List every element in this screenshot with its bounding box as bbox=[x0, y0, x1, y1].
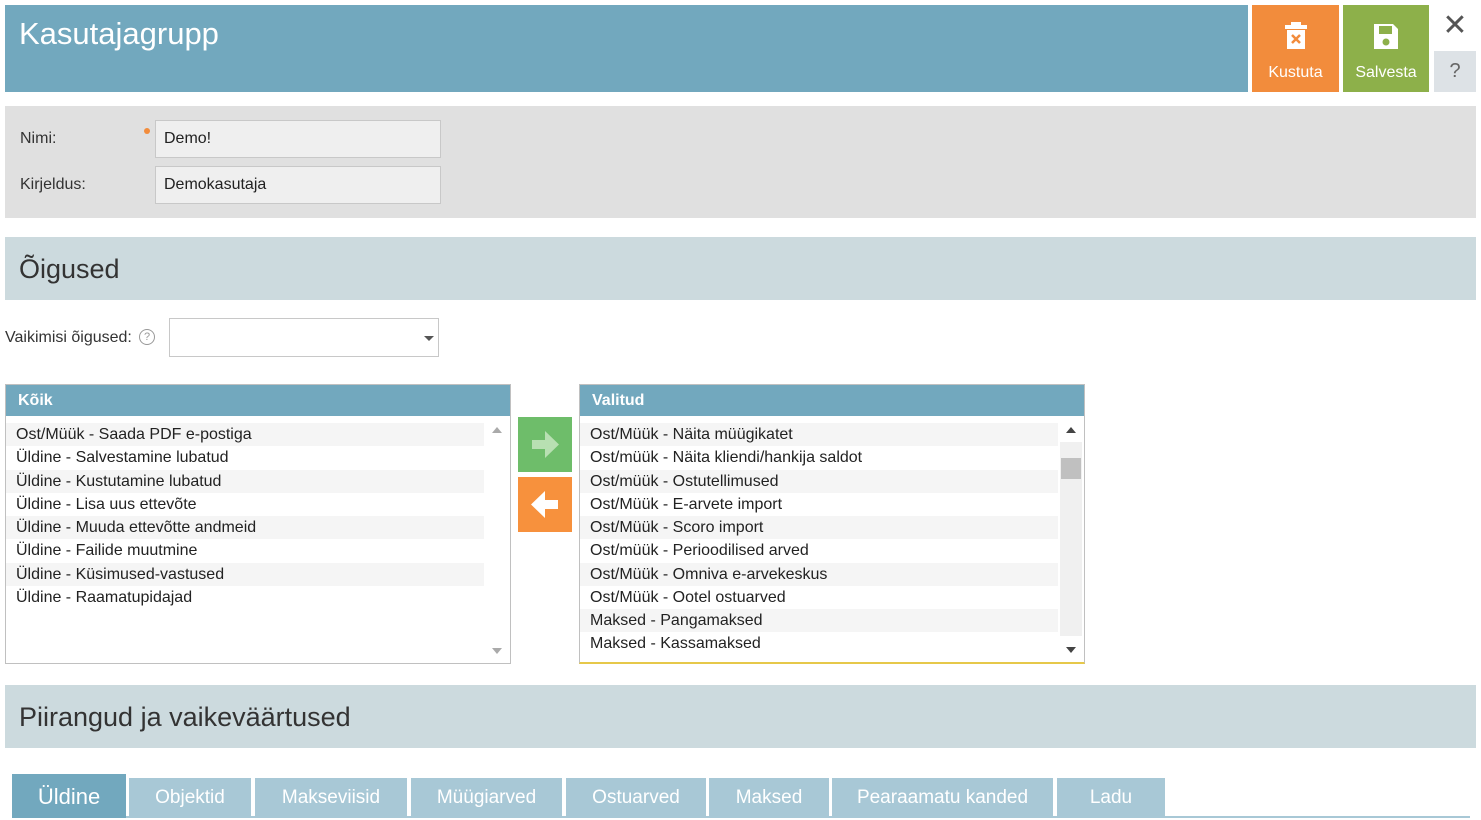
list-item[interactable]: Ost/müük - Näita kliendi/hankija saldot bbox=[580, 446, 1058, 469]
selected-rights-scrollbar[interactable] bbox=[1058, 416, 1084, 662]
tab-muugiarved[interactable]: Müügiarved bbox=[411, 778, 562, 818]
list-item[interactable]: Üldine - Küsimused-vastused bbox=[6, 562, 484, 586]
default-rights-label: Vaikimisi õigused: bbox=[5, 329, 132, 346]
chevron-down-icon bbox=[424, 336, 434, 341]
list-item[interactable]: Ost/müük - Ostutellimused bbox=[580, 469, 1058, 493]
move-right-button[interactable] bbox=[518, 417, 572, 472]
help-button[interactable]: ? bbox=[1434, 51, 1476, 92]
list-item[interactable]: Ost/Müük - E-arvete import bbox=[580, 493, 1058, 516]
scroll-down-icon[interactable] bbox=[492, 648, 502, 654]
list-item[interactable]: Ost/Müük - Omniva e-arvekeskus bbox=[580, 562, 1058, 586]
tab-uldine[interactable]: Üldine bbox=[12, 774, 126, 818]
scroll-up-icon[interactable] bbox=[492, 427, 502, 433]
default-rights-select[interactable] bbox=[169, 318, 439, 357]
move-left-button[interactable] bbox=[518, 477, 572, 532]
all-rights-scrollbar[interactable] bbox=[484, 416, 510, 663]
scroll-up-icon[interactable] bbox=[1066, 427, 1076, 433]
list-item[interactable]: Üldine - Failide muutmine bbox=[6, 539, 484, 562]
list-item[interactable]: Üldine - Lisa uus ettevõte bbox=[6, 493, 484, 516]
rights-section-title: Õigused bbox=[19, 254, 120, 284]
list-item[interactable]: Ost/müük - Perioodilised arved bbox=[580, 539, 1058, 562]
list-item[interactable]: Ost/Müük - Näita müügikatet bbox=[580, 423, 1058, 447]
selected-rights-list[interactable]: Valitud Ost/Müük - Näita müügikatet Ost/… bbox=[579, 384, 1085, 664]
scroll-thumb[interactable] bbox=[1061, 458, 1081, 479]
selected-rights-list-body: Ost/Müük - Näita müügikatet Ost/müük - N… bbox=[580, 416, 1058, 662]
list-item[interactable]: Ost/Müük - Ootel ostuarved bbox=[580, 586, 1058, 609]
scroll-track[interactable] bbox=[1060, 442, 1082, 636]
limits-section-header: Piirangud ja vaikeväärtused bbox=[5, 685, 1476, 748]
all-rights-list-body: Ost/Müük - Saada PDF e-postiga Üldine - … bbox=[6, 416, 484, 663]
save-button[interactable]: Salvesta bbox=[1343, 5, 1429, 92]
save-button-label: Salvesta bbox=[1355, 64, 1417, 81]
floppy-disk-icon bbox=[1374, 24, 1398, 49]
delete-button-label: Kustuta bbox=[1268, 64, 1323, 81]
scroll-down-icon[interactable] bbox=[1066, 647, 1076, 653]
arrow-right-icon bbox=[532, 431, 559, 458]
all-rights-list-header: Kõik bbox=[6, 385, 510, 416]
tab-maksed[interactable]: Maksed bbox=[709, 778, 829, 818]
name-label: Nimi: bbox=[20, 130, 57, 147]
rights-section-header: Õigused bbox=[5, 237, 1476, 300]
tab-ostuarved[interactable]: Ostuarved bbox=[566, 778, 706, 818]
trash-icon bbox=[1284, 22, 1307, 49]
list-item[interactable]: Üldine - Salvestamine lubatud bbox=[6, 446, 484, 469]
tab-pearaamatu-kanded[interactable]: Pearaamatu kanded bbox=[832, 778, 1053, 818]
list-item[interactable]: Maksed - Kassamaksed bbox=[580, 632, 1058, 655]
tab-objektid[interactable]: Objektid bbox=[129, 778, 251, 818]
description-label: Kirjeldus: bbox=[20, 176, 86, 193]
tab-makseviisid[interactable]: Makseviisid bbox=[255, 778, 407, 818]
arrow-left-icon bbox=[531, 491, 558, 518]
delete-button[interactable]: Kustuta bbox=[1252, 5, 1339, 92]
page-title: Kasutajagrupp bbox=[19, 16, 219, 51]
list-item[interactable]: Üldine - Kustutamine lubatud bbox=[6, 469, 484, 493]
list-item[interactable]: Maksed - Pangamaksed bbox=[580, 609, 1058, 633]
close-icon[interactable]: ✕ bbox=[1434, 5, 1476, 47]
help-circle-icon[interactable]: ? bbox=[139, 329, 155, 345]
limits-section-title: Piirangud ja vaikeväärtused bbox=[19, 702, 351, 732]
list-item[interactable]: Üldine - Muuda ettevõtte andmeid bbox=[6, 516, 484, 540]
selected-rights-list-header: Valitud bbox=[580, 385, 1084, 416]
required-indicator bbox=[144, 128, 150, 134]
tab-ladu[interactable]: Ladu bbox=[1057, 778, 1165, 818]
list-item[interactable]: Ost/Müük - Saada PDF e-postiga bbox=[6, 423, 484, 447]
list-item[interactable]: Üldine - Raamatupidajad bbox=[6, 586, 484, 609]
name-field[interactable] bbox=[155, 120, 441, 158]
description-field[interactable] bbox=[155, 166, 441, 204]
all-rights-list[interactable]: Kõik Ost/Müük - Saada PDF e-postiga Üldi… bbox=[5, 384, 511, 664]
list-item[interactable]: Ost/Müük - Scoro import bbox=[580, 516, 1058, 540]
